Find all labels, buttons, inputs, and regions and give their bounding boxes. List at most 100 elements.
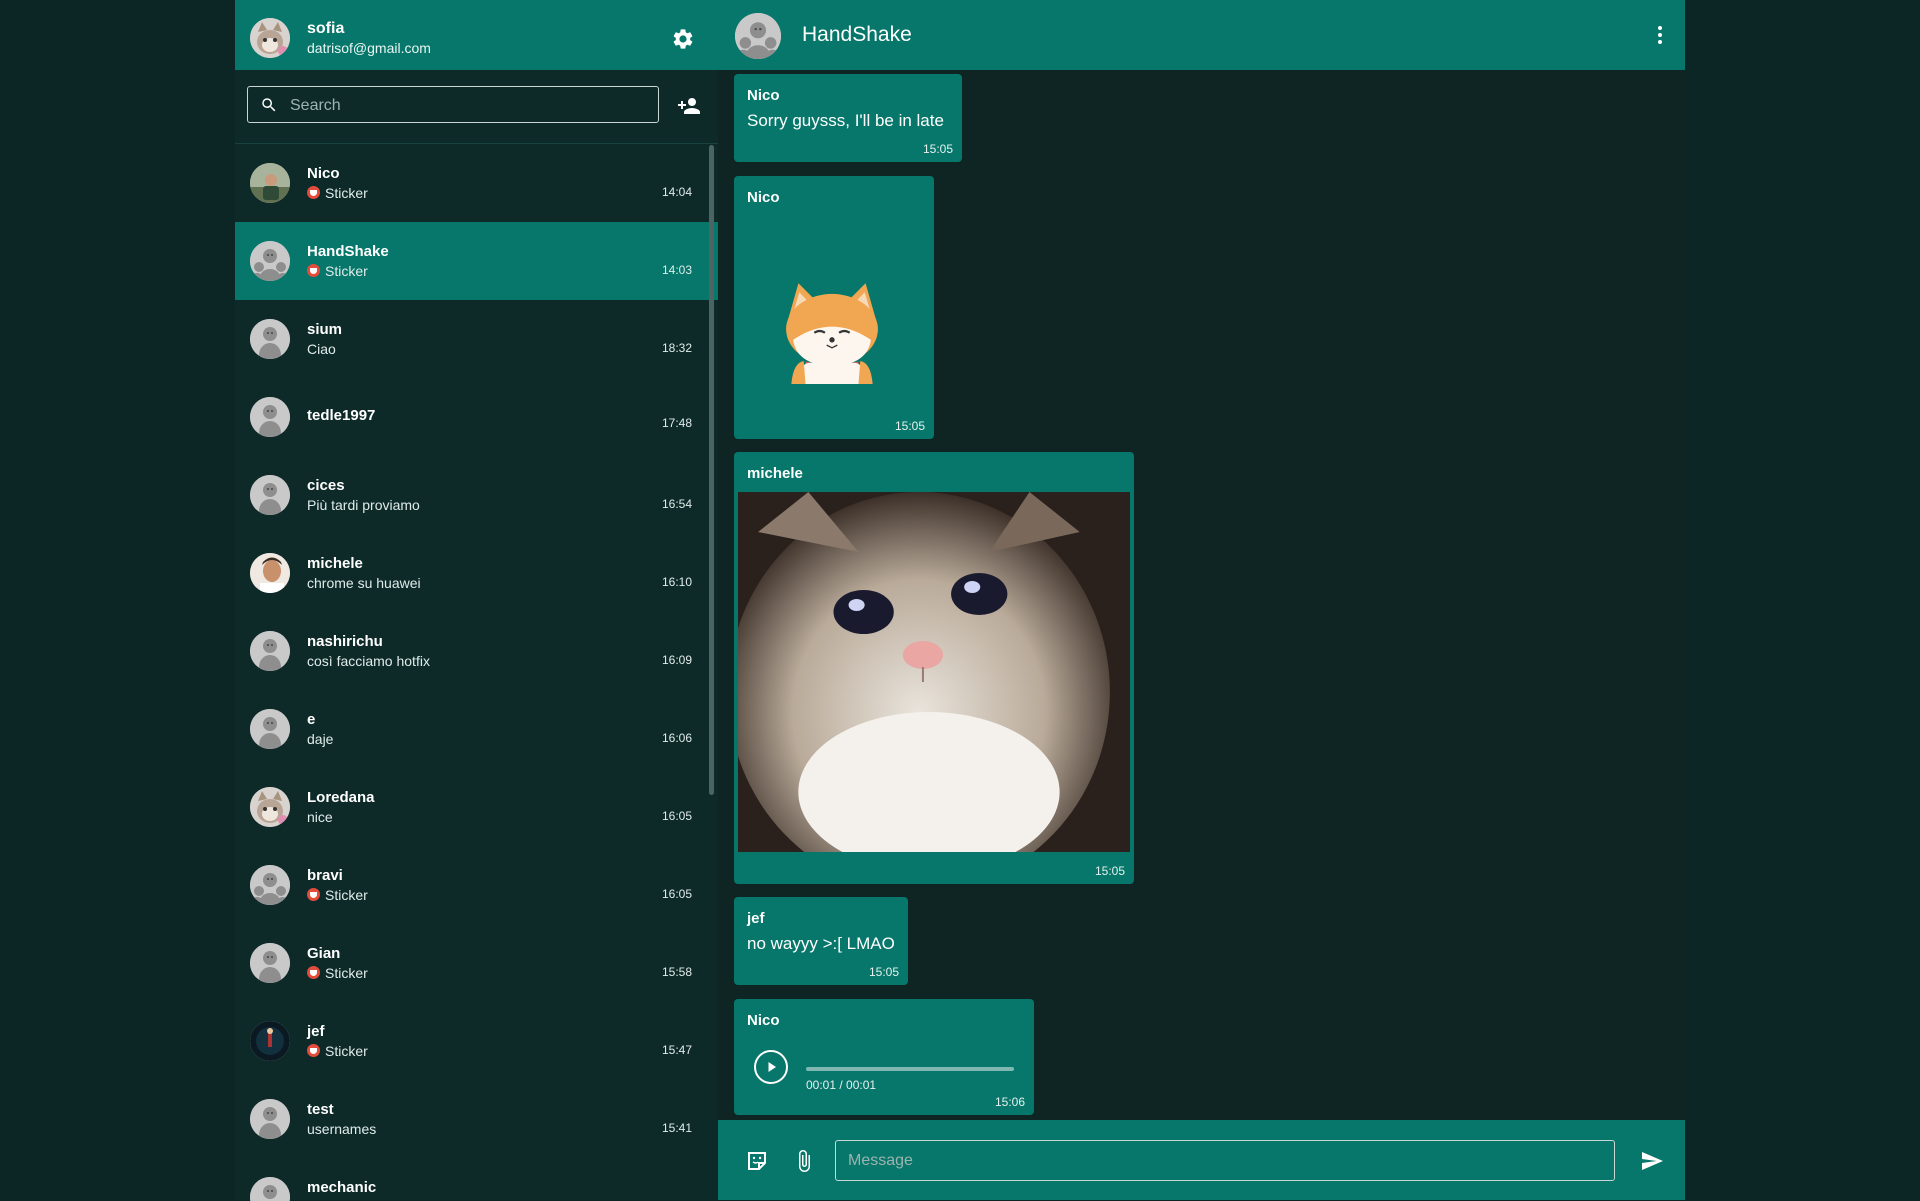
chat-item-gian[interactable]: Gian Sticker 15:58	[235, 924, 718, 1002]
chat-time: 14:03	[661, 263, 692, 277]
chat-item-sium[interactable]: sium Ciao 18:32	[235, 300, 718, 378]
message-bubble[interactable]: Nico 15:05	[734, 176, 934, 439]
chat-name: Nico	[307, 165, 340, 182]
crying-cat-image[interactable]	[738, 492, 1130, 852]
message-bubble[interactable]: Nico 00:01 / 00:01 15:06	[734, 999, 1034, 1115]
message-time: 15:05	[922, 142, 953, 156]
message-bubble[interactable]: michele 15:05	[734, 452, 1134, 884]
audio-progress-track[interactable]	[806, 1067, 1014, 1071]
chat-item-loredana[interactable]: Loredana nice 16:05	[235, 768, 718, 846]
message-sender: michele	[747, 465, 803, 482]
chat-item-bravi[interactable]: bravi Sticker 16:05	[235, 846, 718, 924]
chat-time: 16:10	[661, 575, 692, 589]
message-sender: jef	[747, 910, 765, 927]
more-vert-icon	[1658, 26, 1662, 44]
search-box[interactable]	[247, 86, 659, 123]
message-time: 15:05	[1094, 864, 1125, 878]
message-time: 15:05	[868, 965, 899, 979]
avatar	[250, 553, 290, 593]
message-composer	[718, 1120, 1685, 1200]
search-icon	[262, 98, 276, 112]
chat-name: Gian	[307, 945, 341, 962]
chat-preview-text: Più tardi proviamo	[307, 497, 420, 513]
chat-name: mechanic	[307, 1179, 377, 1196]
chat-preview-text: Sticker	[325, 1043, 368, 1059]
message-text: no wayyy >:[ LMAO	[747, 934, 895, 953]
chat-time: 18:32	[661, 341, 692, 355]
attach-button[interactable]	[792, 1149, 816, 1173]
group-avatar[interactable]	[735, 13, 781, 59]
more-options-button[interactable]	[1648, 23, 1672, 47]
shiba-sticker	[786, 283, 878, 384]
message-input[interactable]	[835, 1140, 1615, 1181]
chat-preview-text: daje	[307, 731, 334, 747]
chat-preview: così facciamo hotfix	[307, 653, 430, 669]
app-window: sofia datrisof@gmail.com Nico Sticker 14:0…	[235, 0, 1685, 1201]
chat-time: 16:09	[661, 653, 692, 667]
chat-item-nashirichu[interactable]: nashirichu così facciamo hotfix 16:09	[235, 612, 718, 690]
chat-preview: Sticker	[307, 185, 368, 201]
avatar	[250, 241, 290, 281]
chat-preview-text: usernames	[307, 1121, 377, 1137]
message-sender: Nico	[747, 189, 780, 206]
chat-time: 15:47	[661, 1043, 692, 1057]
chat-time: 15:41	[661, 1121, 692, 1135]
profile-email: datrisof@gmail.com	[307, 40, 431, 56]
audio-time: 00:01 / 00:01	[806, 1078, 877, 1092]
chat-item-nico[interactable]: Nico Sticker 14:04	[235, 144, 718, 222]
settings-button[interactable]	[671, 27, 695, 51]
avatar	[250, 397, 290, 437]
chat-name: cices	[307, 477, 345, 494]
chat-time: 16:05	[661, 887, 692, 901]
settings-icon	[673, 29, 693, 49]
message-bubble[interactable]: jef no wayyy >:[ LMAO 15:05	[734, 897, 908, 985]
chat-name: michele	[307, 555, 363, 572]
sidebar: sofia datrisof@gmail.com Nico Sticker 14:0…	[235, 0, 719, 1201]
chat-item-mechanic[interactable]: mechanicImage15:33	[235, 1158, 718, 1201]
chat-preview-text: Ciao	[307, 341, 336, 357]
chat-name: e	[307, 711, 316, 728]
chat-item-michele[interactable]: michele chrome su huawei 16:10	[235, 534, 718, 612]
sticker-emoji-icon	[307, 186, 320, 199]
play-icon	[768, 1062, 776, 1072]
chat-list-scrollbar[interactable]	[709, 145, 714, 795]
chat-preview-text: Sticker	[325, 965, 368, 981]
search-input[interactable]	[288, 91, 652, 120]
chat-name: nashirichu	[307, 633, 383, 650]
avatar	[250, 1021, 290, 1061]
chat-item-test[interactable]: test usernames 15:41	[235, 1080, 718, 1158]
chat-name: sium	[307, 321, 343, 338]
chat-preview: Sticker	[307, 263, 368, 279]
chat-preview: Più tardi proviamo	[307, 497, 420, 513]
chat-name: Loredana	[307, 789, 375, 806]
avatar	[250, 865, 290, 905]
avatar	[250, 319, 290, 359]
chat-item-handshake[interactable]: HandShake Sticker 14:03	[235, 222, 718, 300]
chat-preview: Sticker	[307, 887, 368, 903]
chat-time: 14:04	[661, 185, 692, 199]
sticker-emoji-icon	[307, 888, 320, 901]
chat-list: Nico Sticker 14:04 HandShake Sticker 14:03 siu…	[235, 143, 718, 1201]
message-sender: Nico	[747, 87, 780, 104]
message-text: Sorry guysss, I'll be in late	[747, 111, 944, 130]
sticker-button[interactable]	[745, 1149, 769, 1173]
add-contact-button[interactable]	[677, 94, 701, 118]
sticker-emoji-icon	[307, 1044, 320, 1057]
avatar	[250, 163, 290, 203]
chat-item-jef[interactable]: jef Sticker 15:47	[235, 1002, 718, 1080]
chat-name: test	[307, 1101, 334, 1118]
chat-item-cices[interactable]: cices Più tardi proviamo 16:54	[235, 456, 718, 534]
chat-item-e[interactable]: e daje 16:06	[235, 690, 718, 768]
message-bubble[interactable]: Nico Sorry guysss, I'll be in late 15:05	[734, 74, 962, 162]
avatar	[250, 1099, 290, 1139]
send-button[interactable]	[1640, 1149, 1664, 1173]
chat-name: tedle1997	[307, 407, 376, 424]
message-sender: Nico	[747, 1012, 780, 1029]
audio-play-button[interactable]	[754, 1050, 788, 1084]
chat-item-tedle1997[interactable]: tedle1997 17:48	[235, 378, 718, 456]
chat-preview-text: Sticker	[325, 185, 368, 201]
chat-preview: Sticker	[307, 1043, 368, 1059]
sticker-emoji-icon	[307, 966, 320, 979]
message-list: Nico Sorry guysss, I'll be in late 15:05…	[718, 70, 1685, 1120]
profile-avatar[interactable]	[250, 18, 290, 58]
